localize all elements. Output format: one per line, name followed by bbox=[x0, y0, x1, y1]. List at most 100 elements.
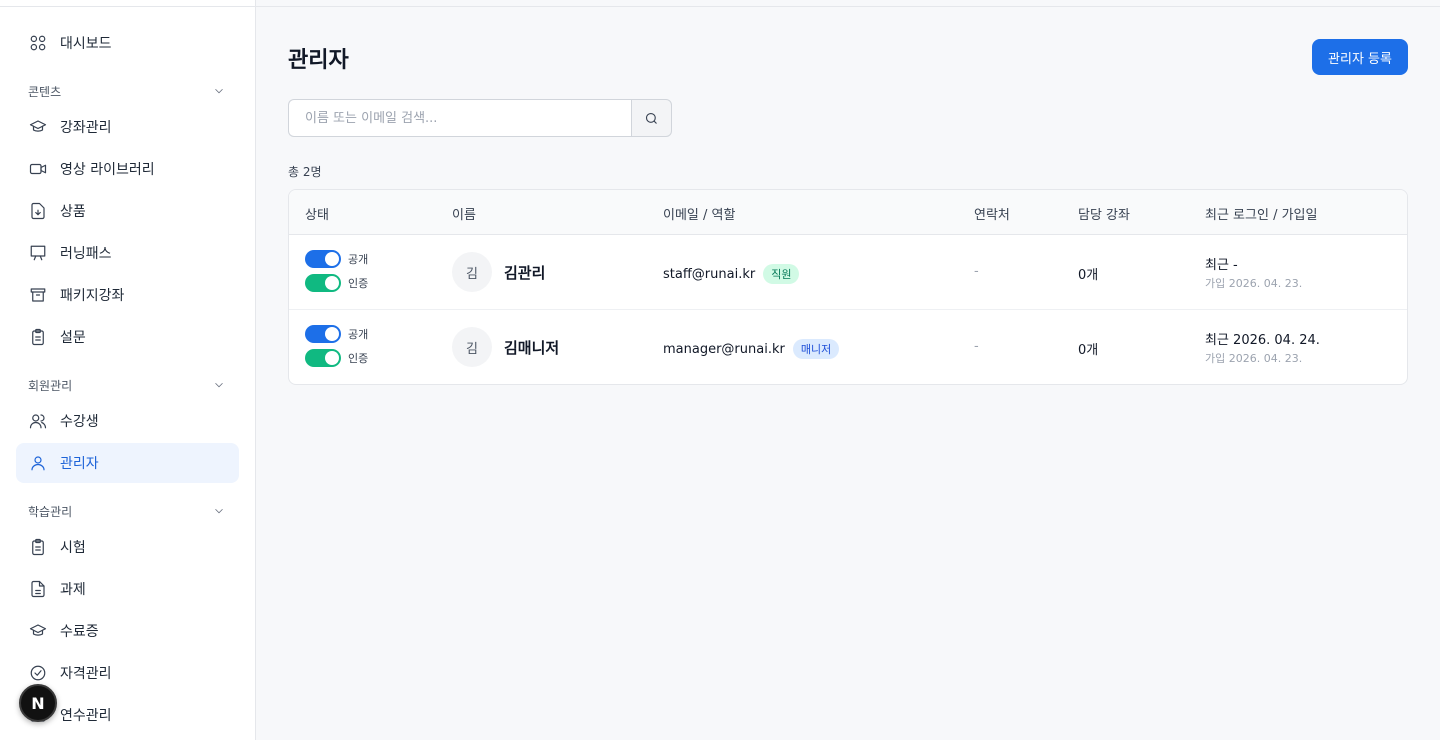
public-toggle[interactable] bbox=[305, 325, 341, 343]
sidebar-item-label: 러닝패스 bbox=[60, 246, 112, 262]
sidebar-item-label: 패키지강좌 bbox=[60, 288, 125, 304]
page-title: 관리자 bbox=[288, 48, 349, 73]
sidebar-item-label: 설문 bbox=[60, 330, 86, 346]
email-role-cell: manager@runai.kr 매니저 bbox=[663, 339, 840, 359]
phone-value: - bbox=[974, 339, 979, 354]
courses-count: 0개 bbox=[1078, 268, 1099, 283]
chevron-down-icon bbox=[215, 88, 223, 94]
recent-login: 최근 - bbox=[1205, 258, 1238, 273]
sidebar-item-video-library[interactable]: 영상 라이브러리 bbox=[16, 149, 239, 189]
search-button[interactable] bbox=[631, 99, 672, 137]
register-admin-button[interactable]: 관리자 등록 bbox=[1312, 39, 1408, 75]
recent-login: 최근 2026. 04. 24. bbox=[1205, 333, 1320, 348]
column-header: 연락처 bbox=[974, 208, 1010, 223]
sidebar-item-label: 대시보드 bbox=[60, 36, 112, 52]
courses-count: 0개 bbox=[1078, 343, 1099, 358]
avatar: 김 bbox=[452, 327, 492, 367]
verified-toggle-group: 인증 bbox=[305, 274, 368, 292]
sidebar-item-students[interactable]: 수강생 bbox=[16, 401, 239, 441]
role-badge: 직원 bbox=[763, 264, 800, 284]
role-badge: 매니저 bbox=[792, 339, 840, 359]
section-label: 콘텐츠 bbox=[28, 84, 62, 99]
check-circle-icon bbox=[28, 663, 48, 683]
sidebar-item-admins[interactable]: 관리자 bbox=[16, 443, 239, 483]
sidebar-item-label: 연수관리 bbox=[60, 708, 112, 724]
admin-email: manager@runai.kr bbox=[663, 341, 785, 357]
presentation-icon bbox=[28, 243, 48, 263]
public-toggle-group: 공개 bbox=[305, 325, 368, 343]
sidebar-item-label: 강좌관리 bbox=[60, 120, 112, 136]
user-icon bbox=[28, 453, 48, 473]
search-input[interactable] bbox=[288, 99, 631, 137]
email-role-cell: staff@runai.kr 직원 bbox=[663, 264, 800, 284]
section-label: 회원관리 bbox=[28, 378, 73, 393]
sidebar-item-label: 시험 bbox=[60, 540, 86, 556]
sidebar-item-label: 자격관리 bbox=[60, 666, 112, 682]
sidebar-item-label: 과제 bbox=[60, 582, 86, 598]
column-header: 이름 bbox=[452, 208, 476, 223]
video-icon bbox=[28, 159, 48, 179]
sidebar-item-label: 영상 라이브러리 bbox=[60, 162, 155, 178]
sidebar: 대시보드 콘텐츠 강좌관리 영상 라이브러리 상품 러닝패스 패키지강좌 설문 … bbox=[0, 0, 256, 740]
public-toggle[interactable] bbox=[305, 250, 341, 268]
section-content-toggle[interactable]: 콘텐츠 bbox=[28, 82, 226, 100]
public-toggle-group: 공개 bbox=[305, 250, 368, 268]
sidebar-item-learning-path[interactable]: 러닝패스 bbox=[16, 233, 239, 273]
phone-value: - bbox=[974, 264, 979, 279]
archive-icon bbox=[28, 285, 48, 305]
file-download-icon bbox=[28, 201, 48, 221]
sidebar-item-label: 수료증 bbox=[60, 624, 99, 640]
admin-name[interactable]: 김관리 bbox=[504, 262, 545, 283]
sidebar-item-products[interactable]: 상품 bbox=[16, 191, 239, 231]
toggle-label: 공개 bbox=[348, 328, 369, 341]
header-divider bbox=[256, 6, 1440, 7]
column-header: 이메일 / 역할 bbox=[663, 208, 736, 223]
chevron-down-icon bbox=[215, 508, 223, 514]
grid-icon bbox=[28, 33, 48, 53]
sidebar-item-label: 관리자 bbox=[60, 456, 99, 472]
sidebar-item-courses[interactable]: 강좌관리 bbox=[16, 107, 239, 147]
clipboard-icon bbox=[28, 537, 48, 557]
clipboard-icon bbox=[28, 327, 48, 347]
sidebar-item-label: 수강생 bbox=[60, 414, 99, 430]
graduation-cap-icon bbox=[28, 621, 48, 641]
search-bar bbox=[288, 99, 672, 137]
verified-toggle[interactable] bbox=[305, 349, 341, 367]
table-header: 상태 이름 이메일 / 역할 연락처 담당 강좌 최근 로그인 / 가입일 bbox=[289, 190, 1407, 235]
sidebar-item-survey[interactable]: 설문 bbox=[16, 317, 239, 357]
joined-date: 가입 2026. 04. 23. bbox=[1205, 352, 1303, 365]
toggle-label: 공개 bbox=[348, 253, 369, 266]
verified-toggle[interactable] bbox=[305, 274, 341, 292]
total-count: 총 2명 bbox=[288, 165, 322, 179]
sidebar-item-package-courses[interactable]: 패키지강좌 bbox=[16, 275, 239, 315]
file-text-icon bbox=[28, 579, 48, 599]
verified-toggle-group: 인증 bbox=[305, 349, 368, 367]
toggle-label: 인증 bbox=[348, 352, 369, 365]
section-label: 학습관리 bbox=[28, 504, 73, 519]
admin-table: 상태 이름 이메일 / 역할 연락처 담당 강좌 최근 로그인 / 가입일 공개… bbox=[288, 189, 1408, 385]
sidebar-item-certificates[interactable]: 수료증 bbox=[16, 611, 239, 651]
column-header: 담당 강좌 bbox=[1078, 208, 1130, 223]
joined-date: 가입 2026. 04. 23. bbox=[1205, 277, 1303, 290]
section-learning-toggle[interactable]: 학습관리 bbox=[28, 502, 226, 520]
sidebar-item-assignments[interactable]: 과제 bbox=[16, 569, 239, 609]
sidebar-item-dashboard[interactable]: 대시보드 bbox=[16, 23, 239, 63]
graduation-cap-icon bbox=[28, 117, 48, 137]
table-row[interactable]: 공개 인증 김 김관리 staff@runai.kr 직원 - 0개 최근 - … bbox=[289, 235, 1407, 310]
column-header: 최근 로그인 / 가입일 bbox=[1205, 208, 1318, 223]
main-content: 관리자 관리자 등록 총 2명 상태 이름 이메일 / 역할 연락처 담당 강좌… bbox=[256, 0, 1440, 740]
sidebar-item-label: 상품 bbox=[60, 204, 86, 220]
toggle-label: 인증 bbox=[348, 277, 369, 290]
admin-email: staff@runai.kr bbox=[663, 266, 756, 282]
section-members-toggle[interactable]: 회원관리 bbox=[28, 376, 226, 394]
avatar: 김 bbox=[452, 252, 492, 292]
sidebar-item-exams[interactable]: 시험 bbox=[16, 527, 239, 567]
search-icon bbox=[645, 112, 657, 124]
sidebar-divider bbox=[0, 6, 256, 7]
table-row[interactable]: 공개 인증 김 김매니저 manager@runai.kr 매니저 - 0개 최… bbox=[289, 310, 1407, 384]
column-header: 상태 bbox=[305, 208, 329, 223]
users-icon bbox=[28, 411, 48, 431]
admin-name[interactable]: 김매니저 bbox=[504, 337, 559, 358]
next-dev-badge[interactable]: N bbox=[19, 684, 57, 722]
chevron-down-icon bbox=[215, 382, 223, 388]
